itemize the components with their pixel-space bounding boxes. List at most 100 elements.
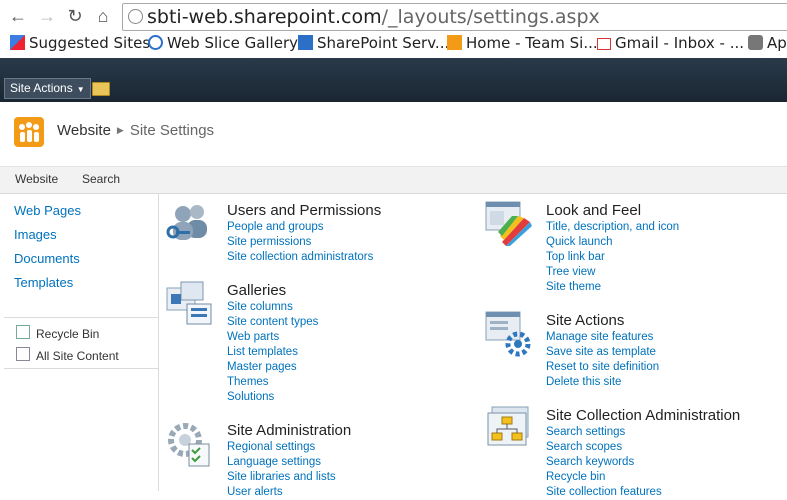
ribbon-bar: Site Actions ▼ [0,58,787,102]
ie-icon [148,35,163,50]
link-site-permissions[interactable]: Site permissions [227,235,381,250]
link-search-scopes[interactable]: Search scopes [546,440,740,455]
back-arrow-icon[interactable]: ← [8,6,28,26]
link-people-and-groups[interactable]: People and groups [227,220,381,235]
bookmark-suggested-sites[interactable]: Suggested Sites [10,34,150,52]
breadcrumb-site-link[interactable]: Website [57,122,111,139]
link-site-content-types[interactable]: Site content types [227,315,318,330]
quick-launch-templates[interactable]: Templates [14,275,73,290]
link-site-collection-administrators[interactable]: Site collection administrators [227,250,381,265]
top-link-search[interactable]: Search [82,172,120,186]
link-save-site-as-template[interactable]: Save site as template [546,345,659,360]
bookmark-sharepoint[interactable]: SharePoint Serv... [298,34,449,52]
link-solutions[interactable]: Solutions [227,390,318,405]
section-title: Look and Feel [546,202,642,219]
link-regional-settings[interactable]: Regional settings [227,440,351,455]
top-link-website[interactable]: Website [15,172,58,186]
link-title-description-icon[interactable]: Title, description, and icon [546,220,679,235]
bookmark-label: Ap [767,34,787,52]
url-host: sbti-web.sharepoint.com [147,6,382,28]
section-galleries: Galleries Site columns Site content type… [227,282,318,405]
link-tree-view[interactable]: Tree view [546,265,679,280]
browser-chrome: ← → ↻ ⌂ sbti-web.sharepoint.com/_layouts… [0,0,787,58]
section-title: Users and Permissions [227,202,382,219]
team-site-icon [447,35,462,50]
look-and-feel-icon [485,201,532,246]
quick-launch-web-pages[interactable]: Web Pages [14,203,81,218]
link-top-link-bar[interactable]: Top link bar [546,250,679,265]
address-bar[interactable]: sbti-web.sharepoint.com/_layouts/setting… [122,3,787,31]
reload-icon[interactable]: ↻ [65,6,85,26]
link-search-settings[interactable]: Search settings [546,425,740,440]
quick-launch-documents[interactable]: Documents [14,251,80,266]
link-master-pages[interactable]: Master pages [227,360,318,375]
site-administration-icon [168,423,210,467]
link-list-templates[interactable]: List templates [227,345,318,360]
bookmark-label: Suggested Sites [29,34,151,52]
navigate-up-folder-icon[interactable] [92,82,110,96]
url-path: /_layouts/settings.aspx [381,6,600,28]
link-site-libraries-and-lists[interactable]: Site libraries and lists [227,470,351,485]
site-logo-icon[interactable] [14,117,44,147]
section-users-and-permissions: Users and Permissions People and groups … [227,202,381,265]
quick-launch-images[interactable]: Images [14,227,57,242]
breadcrumb: Website ▶ Site Settings [57,122,214,139]
link-reset-to-site-definition[interactable]: Reset to site definition [546,360,659,375]
globe-icon [128,9,143,24]
section-title: Site Collection Administration [546,407,741,424]
forward-arrow-icon[interactable]: → [37,6,57,26]
link-user-alerts[interactable]: User alerts [227,485,351,500]
link-search-keywords[interactable]: Search keywords [546,455,740,470]
bookmark-label: SharePoint Serv... [317,34,450,52]
gmail-icon [597,38,611,50]
bookmark-web-slice-gallery[interactable]: Web Slice Gallery [148,34,298,52]
bookmark-label: Home - Team Si... [466,34,598,52]
home-icon[interactable]: ⌂ [93,6,113,26]
section-site-collection-administration: Site Collection Administration Search se… [546,407,740,500]
recycle-bin-icon [16,325,30,339]
quick-launch-divider [4,317,158,318]
link-language-settings[interactable]: Language settings [227,455,351,470]
apple-icon [748,35,763,50]
title-area: Website ▶ Site Settings [0,102,787,167]
quick-launch: Web Pages Images Documents Templates Rec… [0,193,159,491]
link-themes[interactable]: Themes [227,375,318,390]
bookmark-team-site[interactable]: Home - Team Si... [447,34,598,52]
site-collection-administration-icon [487,406,529,446]
bookmark-apple[interactable]: Ap [748,34,787,52]
section-site-administration: Site Administration Regional settings La… [227,422,351,500]
link-web-parts[interactable]: Web parts [227,330,318,345]
all-site-content-link[interactable]: All Site Content [16,347,119,363]
link-delete-this-site[interactable]: Delete this site [546,375,659,390]
recycle-bin-label: Recycle Bin [36,327,100,341]
bookmark-gmail[interactable]: Gmail - Inbox - ... [597,34,744,52]
site-actions-menu[interactable]: Site Actions ▼ [4,78,91,99]
link-manage-site-features[interactable]: Manage site features [546,330,659,345]
quick-launch-divider [4,368,158,369]
site-actions-gear-icon [485,311,531,357]
link-site-collection-features[interactable]: Site collection features [546,485,740,500]
section-title: Site Actions [546,312,625,329]
site-actions-label: Site Actions [10,81,73,95]
users-permissions-icon [166,205,207,240]
section-title: Site Administration [227,422,352,439]
bookmark-label: Web Slice Gallery [167,34,298,52]
sharepoint-icon [298,35,313,50]
link-quick-launch[interactable]: Quick launch [546,235,679,250]
page-title: Site Settings [129,122,215,139]
galleries-icon [166,281,212,325]
recycle-bin-link[interactable]: Recycle Bin [16,325,99,341]
bookmark-label: Gmail - Inbox - ... [615,34,745,52]
section-look-and-feel: Look and Feel Title, description, and ic… [546,202,679,295]
chevron-down-icon: ▼ [76,85,85,94]
section-site-actions: Site Actions Manage site features Save s… [546,312,659,390]
url-text: sbti-web.sharepoint.com/_layouts/setting… [147,6,600,28]
link-recycle-bin[interactable]: Recycle bin [546,470,740,485]
link-site-columns[interactable]: Site columns [227,300,318,315]
all-site-content-label: All Site Content [36,349,119,363]
bookmark-apps-icon [10,35,25,50]
link-site-theme[interactable]: Site theme [546,280,679,295]
top-link-bar: Website Search [0,167,787,194]
all-site-content-icon [16,347,30,361]
section-title: Galleries [227,282,287,299]
